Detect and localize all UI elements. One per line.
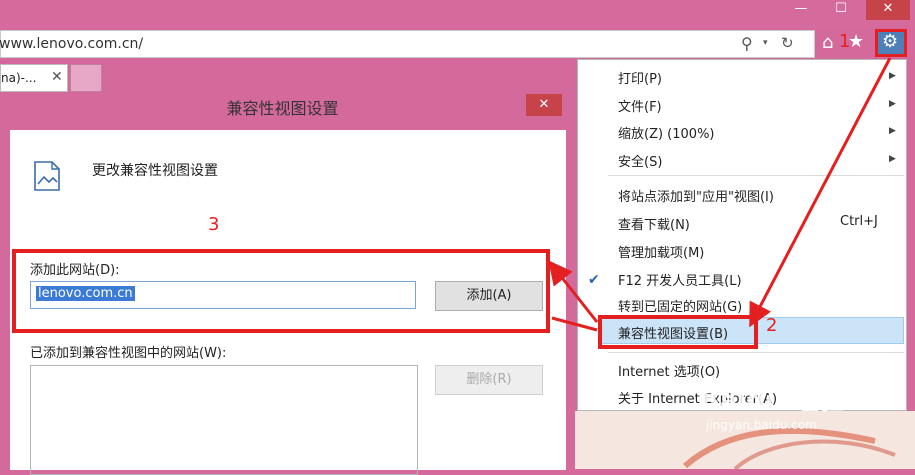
arrow-menu-to-dialog [548, 260, 599, 323]
arrow-menu-to-dialog-lower [551, 316, 598, 332]
annotation-arrows [548, 57, 892, 332]
arrow-gear-to-menu [749, 57, 892, 328]
